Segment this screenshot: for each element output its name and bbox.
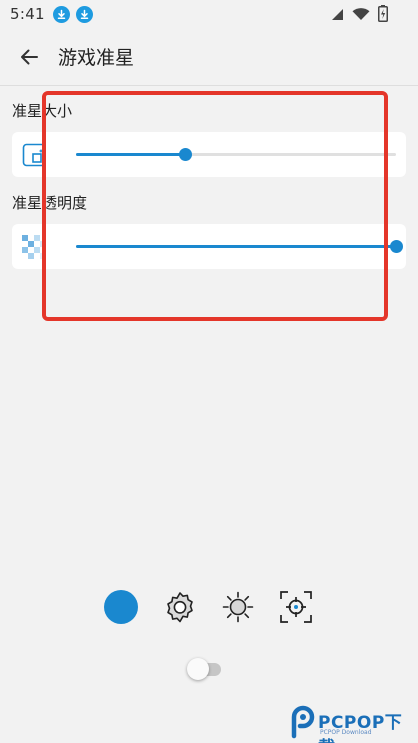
toggle-thumb [187, 658, 209, 680]
status-time: 5:41 [10, 5, 45, 23]
color-dot-icon [104, 590, 138, 624]
crosshair-size-slider[interactable] [76, 132, 396, 177]
crosshair-button[interactable] [278, 589, 314, 625]
brightness-button[interactable] [220, 589, 256, 625]
crosshair-opacity-card [12, 224, 406, 269]
watermark-logo: PCPOP下载 PCPOP Download [288, 705, 416, 743]
resize-icon [22, 143, 46, 167]
download-icon [52, 5, 70, 23]
back-button[interactable] [0, 28, 58, 86]
transparency-icon [22, 235, 46, 259]
status-bar: 5:41 [0, 0, 418, 28]
battery-icon [378, 5, 388, 26]
gear-button[interactable] [162, 589, 198, 625]
crosshair-size-label: 准星大小 [12, 102, 73, 120]
crosshair-opacity-label: 准星透明度 [12, 194, 88, 212]
slider-thumb[interactable] [390, 240, 403, 253]
slider-fill [76, 153, 185, 156]
watermark-brand: PCPOP下载 [318, 713, 403, 743]
slider-thumb[interactable] [178, 148, 192, 161]
crosshair-size-card [12, 132, 406, 177]
slider-fill [76, 245, 396, 248]
watermark-sub: PCPOP Download [320, 729, 372, 736]
wifi-icon [352, 7, 370, 25]
color-dot-button[interactable] [103, 589, 139, 625]
highlight-box [42, 91, 388, 321]
download-icon [75, 5, 93, 23]
app-bar: 游戏准星 [0, 28, 418, 86]
crosshair-style-bar [0, 587, 418, 627]
pcpop-logo-icon [291, 705, 315, 739]
page-title: 游戏准星 [58, 47, 135, 69]
gear-icon [167, 592, 193, 623]
toggle-switch[interactable] [187, 658, 223, 680]
signal-icon [330, 7, 344, 25]
crosshair-opacity-slider[interactable] [76, 224, 403, 269]
brightness-icon [222, 591, 254, 623]
arrow-left-icon [21, 49, 38, 64]
crosshair-icon [280, 591, 312, 623]
